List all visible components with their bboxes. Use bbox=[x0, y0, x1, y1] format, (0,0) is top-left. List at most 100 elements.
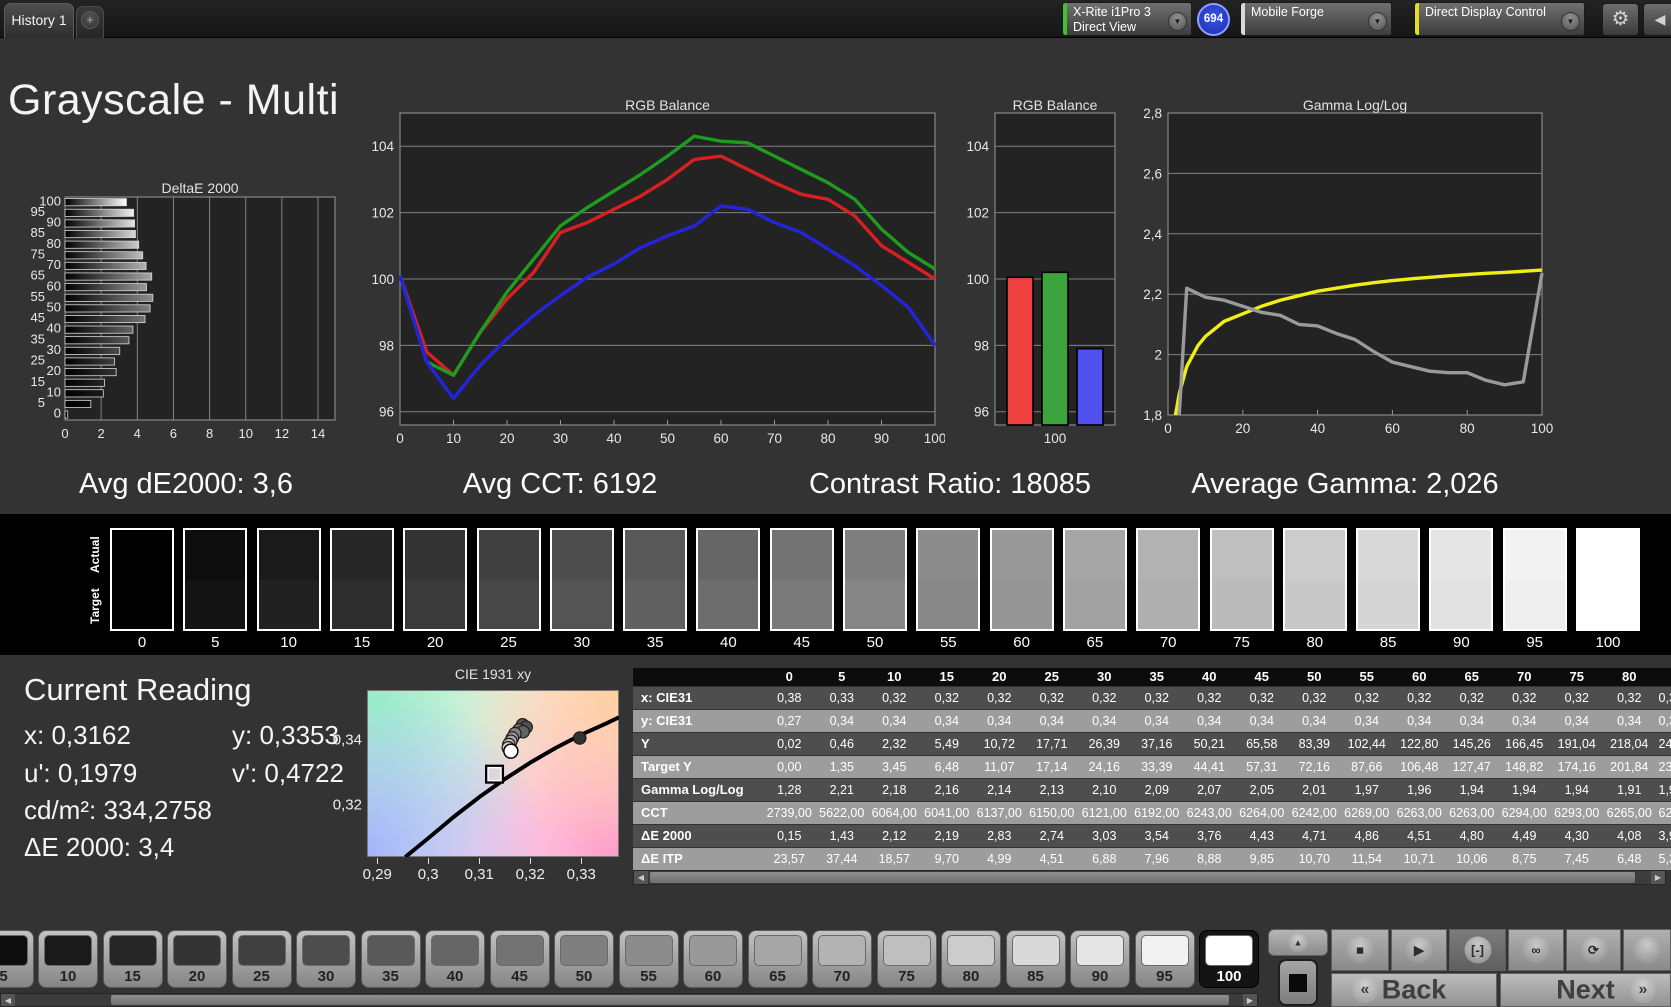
level-strip-scrollbar-thumb[interactable] bbox=[111, 995, 1229, 1005]
play-button[interactable]: ▶ bbox=[1391, 929, 1447, 971]
scroll-right-icon[interactable]: ▶ bbox=[1651, 871, 1665, 884]
svg-text:100: 100 bbox=[924, 431, 945, 446]
next-button[interactable]: Next » bbox=[1500, 973, 1671, 1007]
level-button-30[interactable]: 30 bbox=[296, 930, 356, 988]
target-swatch bbox=[991, 579, 1052, 629]
level-button-50[interactable]: 50 bbox=[554, 930, 614, 988]
table-cell: 2739,00 bbox=[763, 802, 816, 824]
table-cell: 4,49 bbox=[1498, 825, 1551, 847]
table-cell: 11,07 bbox=[973, 756, 1026, 778]
level-button-25[interactable]: 25 bbox=[231, 930, 292, 988]
level-button-35[interactable]: 35 bbox=[360, 930, 421, 988]
level-button-70[interactable]: 70 bbox=[812, 930, 872, 988]
svg-text:0: 0 bbox=[54, 406, 61, 421]
table-scrollbar[interactable]: ◀ ▶ bbox=[633, 870, 1666, 885]
svg-text:98: 98 bbox=[974, 338, 989, 353]
table-cell: 0,3 bbox=[1655, 687, 1671, 709]
stat-average-gamma: Average Gamma: 2,026 bbox=[1191, 468, 1499, 500]
display-control-dropdown[interactable]: Direct Display Control ▼ bbox=[1414, 2, 1585, 36]
level-button-65[interactable]: 65 bbox=[747, 930, 808, 988]
level-button-80[interactable]: 80 bbox=[941, 930, 1001, 988]
level-button-45[interactable]: 45 bbox=[489, 930, 550, 988]
refresh-button[interactable]: ⟳ bbox=[1566, 929, 1621, 971]
swatch-level-5 bbox=[183, 528, 248, 631]
table-cell: 0,34 bbox=[868, 710, 921, 732]
table-cell: 2,12 bbox=[868, 825, 921, 847]
level-button-95[interactable]: 95 bbox=[1134, 930, 1195, 988]
svg-text:96: 96 bbox=[974, 405, 989, 420]
loop-button[interactable]: ∞ bbox=[1508, 929, 1564, 971]
level-button-5[interactable]: 5 bbox=[0, 930, 34, 988]
level-button-label: 15 bbox=[124, 968, 141, 985]
back-button[interactable]: « Back bbox=[1331, 973, 1497, 1007]
chart-title-cie: CIE 1931 xy bbox=[454, 666, 532, 682]
table-cell: 0,34 bbox=[1130, 710, 1183, 732]
level-button-label: 70 bbox=[833, 968, 851, 985]
svg-text:65: 65 bbox=[31, 268, 45, 283]
scroll-up-button[interactable]: ▲ bbox=[1268, 929, 1328, 956]
actual-swatch bbox=[1358, 530, 1419, 580]
swatch-label: 80 bbox=[1306, 634, 1324, 651]
swatch-level-30 bbox=[549, 528, 614, 631]
level-button-15[interactable]: 15 bbox=[102, 930, 163, 988]
level-button-60[interactable]: 60 bbox=[683, 930, 743, 988]
svg-text:80: 80 bbox=[1460, 421, 1475, 436]
level-button-85[interactable]: 85 bbox=[1005, 930, 1066, 988]
pattern-window-icon bbox=[1289, 973, 1307, 992]
source-dropdown[interactable]: Mobile Forge ▼ bbox=[1240, 2, 1392, 36]
table-cell: 0,34 bbox=[1288, 710, 1341, 732]
pattern-window-button[interactable] bbox=[1278, 959, 1318, 1006]
column-header: 0 bbox=[763, 668, 816, 686]
add-tab-button[interactable]: + bbox=[76, 6, 104, 38]
scroll-right-icon[interactable]: ▶ bbox=[1243, 994, 1257, 1006]
stat-avg-cct: Avg CCT: 6192 bbox=[462, 468, 658, 500]
table-cell: 0,32 bbox=[1340, 687, 1393, 709]
svg-text:20: 20 bbox=[499, 431, 514, 446]
stop-button[interactable]: ■ bbox=[1331, 929, 1389, 971]
level-button-75[interactable]: 75 bbox=[876, 930, 937, 988]
actual-swatch bbox=[258, 530, 319, 580]
actual-swatch bbox=[1211, 530, 1272, 580]
table-cell: 5,3 bbox=[1655, 848, 1671, 870]
swatch-label: 40 bbox=[720, 634, 737, 651]
table-cell: 0,32 bbox=[920, 687, 973, 709]
table-cell: 3,76 bbox=[1183, 825, 1236, 847]
meter-dropdown[interactable]: X-Rite i1Pro 3 Direct View ▼ bbox=[1062, 2, 1192, 36]
table-cell: 0,34 bbox=[1025, 710, 1078, 732]
stop-icon: ■ bbox=[1346, 936, 1374, 964]
table-cell: 6243,00 bbox=[1183, 802, 1236, 824]
level-button-40[interactable]: 40 bbox=[425, 930, 485, 988]
svg-text:60: 60 bbox=[1385, 421, 1400, 436]
level-swatch bbox=[0, 935, 28, 966]
level-button-10[interactable]: 10 bbox=[38, 930, 98, 988]
svg-text:95: 95 bbox=[31, 204, 45, 219]
play-icon: ▶ bbox=[1405, 936, 1433, 964]
level-strip-scrollbar[interactable]: ◀ ▶ bbox=[0, 993, 1258, 1007]
level-button-90[interactable]: 90 bbox=[1070, 930, 1130, 988]
chevron-down-icon: ▼ bbox=[1168, 12, 1187, 31]
table-cell: 33,39 bbox=[1130, 756, 1183, 778]
current-reading-title: Current Reading bbox=[24, 672, 252, 707]
level-button-55[interactable]: 55 bbox=[618, 930, 679, 988]
collapse-panel-button[interactable]: ◀ bbox=[1643, 3, 1671, 36]
level-button-label: 100 bbox=[1216, 968, 1242, 985]
table-cell: 0,32 bbox=[1550, 687, 1603, 709]
measurement-count-badge[interactable]: 694 bbox=[1197, 3, 1230, 36]
scroll-left-icon[interactable]: ◀ bbox=[634, 871, 648, 884]
measure-once-button[interactable]: [-] bbox=[1449, 929, 1506, 971]
scroll-left-icon[interactable]: ◀ bbox=[1, 994, 15, 1006]
level-button-20[interactable]: 20 bbox=[167, 930, 227, 988]
table-cell: 1,43 bbox=[815, 825, 868, 847]
target-swatch bbox=[405, 579, 466, 629]
swatch-level-80 bbox=[1282, 528, 1347, 631]
tab-history-1[interactable]: History 1 bbox=[4, 3, 74, 38]
table-cell: 174,16 bbox=[1550, 756, 1603, 778]
chevron-down-icon: ▼ bbox=[1368, 12, 1387, 31]
record-button[interactable] bbox=[1623, 929, 1671, 971]
level-swatch bbox=[560, 935, 608, 966]
level-button-100[interactable]: 100 bbox=[1199, 930, 1259, 988]
table-scrollbar-thumb[interactable] bbox=[650, 872, 1635, 883]
settings-button[interactable]: ⚙ bbox=[1602, 3, 1639, 36]
svg-text:100: 100 bbox=[371, 272, 394, 287]
svg-text:30: 30 bbox=[553, 431, 568, 446]
